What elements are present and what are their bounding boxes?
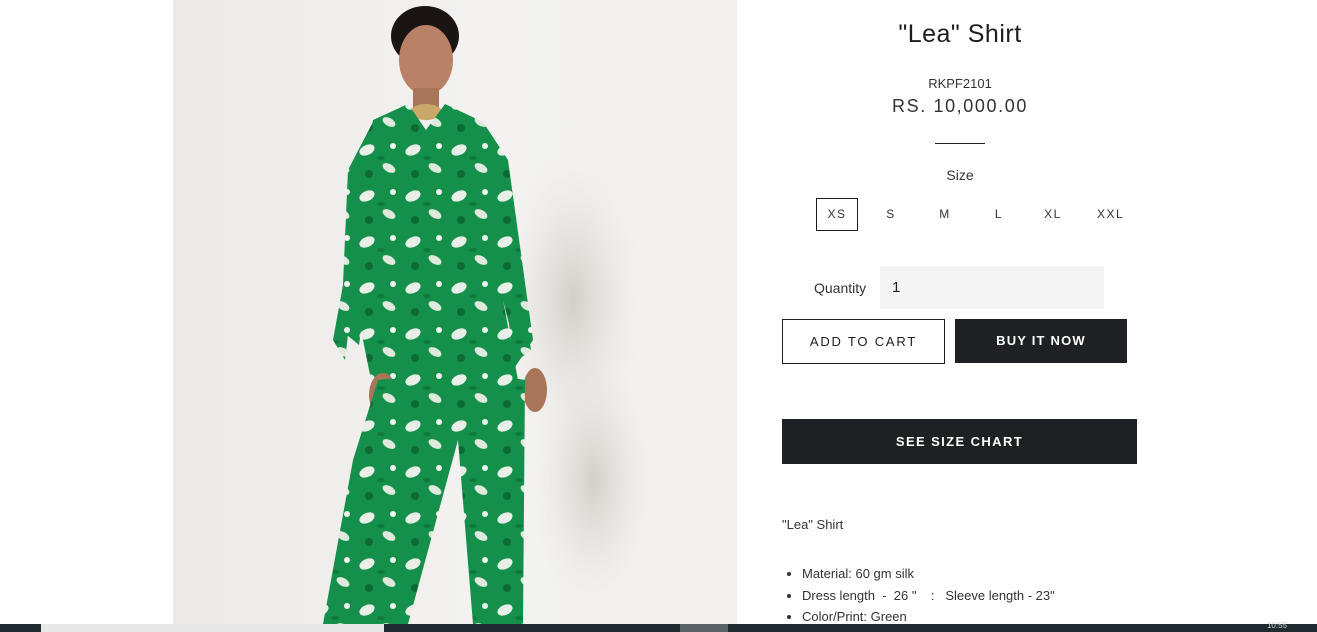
product-page: "Lea" Shirt RKPF2101 RS. 10,000.00 Size … [0, 0, 1317, 632]
product-price: RS. 10,000.00 [892, 96, 1028, 116]
see-size-chart-button[interactable]: SEE SIZE CHART [782, 419, 1137, 464]
product-title: "Lea" Shirt [898, 20, 1022, 48]
size-option-xxl[interactable]: XXL [1086, 198, 1135, 231]
title-divider [935, 143, 985, 144]
size-options: XS S M L XL XXL [816, 198, 1147, 231]
list-item: Dress length - 26 " : Sleeve length - 23… [802, 585, 1055, 607]
description-title: "Lea" Shirt [782, 517, 844, 532]
size-option-xl[interactable]: XL [1032, 198, 1074, 231]
taskbar-app-button[interactable] [680, 624, 728, 632]
model-illustration [323, 6, 653, 624]
size-label: Size [946, 167, 974, 183]
list-item: Material: 60 gm silk [802, 563, 1055, 585]
taskbar-clock: 10:55 [1266, 621, 1287, 630]
product-sku: RKPF2101 [928, 76, 992, 91]
size-option-l[interactable]: L [978, 198, 1020, 231]
size-option-s[interactable]: S [870, 198, 912, 231]
description-list: Material: 60 gm silk Dress length - 26 "… [782, 563, 1055, 628]
buy-it-now-button[interactable]: BUY IT NOW [955, 319, 1127, 363]
size-option-m[interactable]: M [924, 198, 966, 231]
size-option-xs[interactable]: XS [816, 198, 858, 231]
taskbar: 10:55 [0, 621, 1317, 632]
taskbar-window-tab[interactable] [41, 624, 384, 632]
add-to-cart-button[interactable]: ADD TO CART [782, 319, 945, 364]
quantity-input[interactable]: 1 [880, 266, 1104, 309]
product-image[interactable] [173, 0, 737, 624]
quantity-label: Quantity [814, 280, 867, 296]
